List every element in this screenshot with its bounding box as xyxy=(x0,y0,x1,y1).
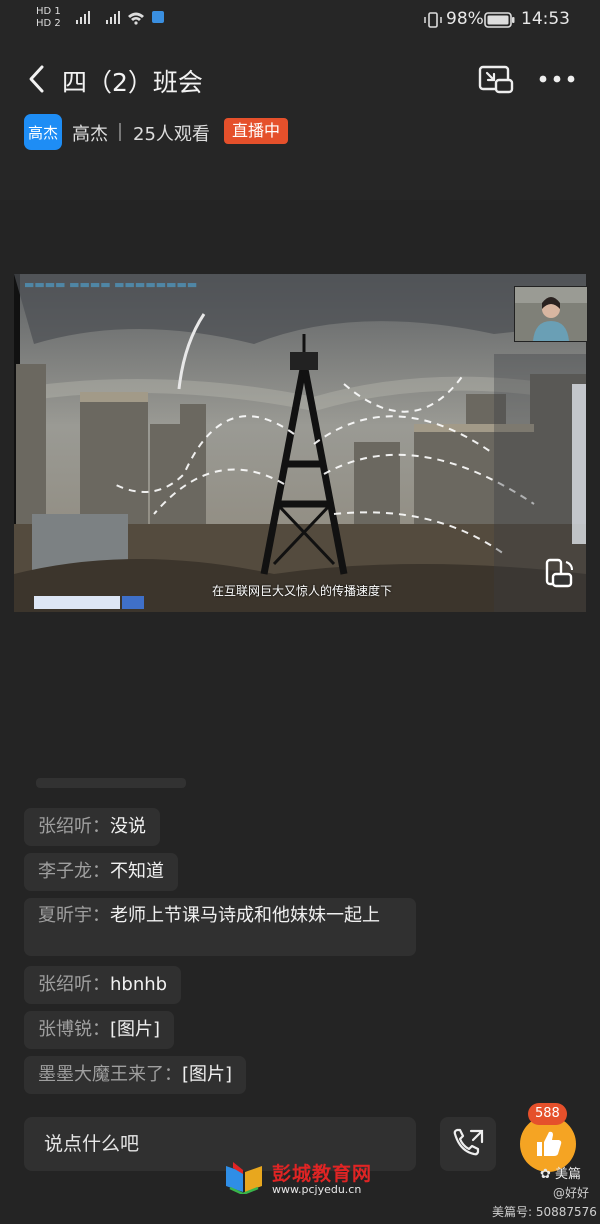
live-video[interactable]: ▬▬▬▬ ▬▬▬▬ ▬▬▬▬▬▬▬▬ xyxy=(14,274,586,612)
video-taskbar-item xyxy=(34,596,120,609)
chat-text: 没说 xyxy=(110,816,146,837)
chat-text: 不知道 xyxy=(110,861,164,882)
faded-message xyxy=(36,778,186,788)
header-divider xyxy=(119,123,121,141)
chat-sender: 张绍听： xyxy=(38,974,110,995)
host-avatar[interactable]: 高杰 xyxy=(24,114,62,150)
battery-percent: 98% xyxy=(446,9,484,29)
more-icon[interactable] xyxy=(538,64,576,94)
clock: 14:53 xyxy=(521,9,570,29)
back-icon[interactable] xyxy=(24,64,54,94)
teacher-camera xyxy=(514,286,588,342)
watermark-id: 美篇号: 50887576 xyxy=(492,1205,597,1219)
sim2-label: HD 2 xyxy=(36,18,61,29)
live-badge: 直播中 xyxy=(224,118,289,144)
call-icon xyxy=(453,1128,484,1156)
page-title: 四（2）班会 xyxy=(62,68,203,97)
chat-text: [图片] xyxy=(182,1064,233,1085)
chat-sender: 张博锐： xyxy=(38,1019,110,1040)
video-frame: ▬▬▬▬ ▬▬▬▬ ▬▬▬▬▬▬▬▬ xyxy=(14,274,586,612)
chat-text: [图片] xyxy=(110,1019,161,1040)
watermark-user: @好好 xyxy=(553,1186,590,1200)
brand-logo-icon: ✿ xyxy=(540,1167,551,1182)
chat-text: 老师上节课马诗成和他妹妹一起上 xyxy=(110,905,380,926)
svg-text:▬▬▬▬ ▬▬▬▬ ▬▬▬▬▬▬▬▬: ▬▬▬▬ ▬▬▬▬ ▬▬▬▬▬▬▬▬ xyxy=(24,278,197,291)
video-taskbar-button xyxy=(122,596,144,609)
signal-wifi-icons xyxy=(76,11,164,25)
chat-message: 张绍听：hbnhb xyxy=(24,966,182,1004)
chat-message: 张绍听：没说 xyxy=(24,808,160,846)
sim1-label: HD 1 xyxy=(36,6,61,17)
brand-name: 美篇 xyxy=(555,1167,582,1182)
like-count-badge: 588 xyxy=(528,1103,567,1125)
viewer-count: 25人观看 xyxy=(133,124,210,145)
vibrate-icon xyxy=(424,12,442,28)
chat-sender: 张绍听： xyxy=(38,816,110,837)
chat-message: 夏昕宇：老师上节课马诗成和他妹妹一起上 xyxy=(24,898,416,956)
chat-sender: 李子龙： xyxy=(38,861,110,882)
sim-indicators: HD 1 HD 2 xyxy=(36,6,61,30)
chat-message: 李子龙：不知道 xyxy=(24,853,178,891)
chat-sender: 夏昕宇： xyxy=(38,905,110,926)
chat-sender: 墨墨大魔王来了： xyxy=(38,1064,182,1085)
teacher-thumbnail xyxy=(515,287,587,341)
site-logo-icon xyxy=(226,1162,262,1194)
brand-watermark: ✿ 美篇 xyxy=(540,1163,581,1182)
site-name: 彭城教育网 xyxy=(272,1163,373,1185)
call-button[interactable] xyxy=(440,1117,496,1171)
pip-icon[interactable] xyxy=(478,64,514,94)
chat-message: 墨墨大魔王来了：[图片] xyxy=(24,1056,247,1094)
chat-message: 张博锐：[图片] xyxy=(24,1011,175,1049)
battery-icon xyxy=(484,12,515,28)
chat-text: hbnhb xyxy=(110,974,168,995)
video-subtitle: 在互联网巨大又惊人的传播速度下 xyxy=(212,584,393,598)
rotate-icon[interactable] xyxy=(540,556,576,592)
status-bar: HD 1 HD 2 98% 14:53 xyxy=(0,0,600,40)
site-url: www.pcjyedu.cn xyxy=(272,1183,362,1196)
host-name[interactable]: 高杰 xyxy=(72,120,108,146)
